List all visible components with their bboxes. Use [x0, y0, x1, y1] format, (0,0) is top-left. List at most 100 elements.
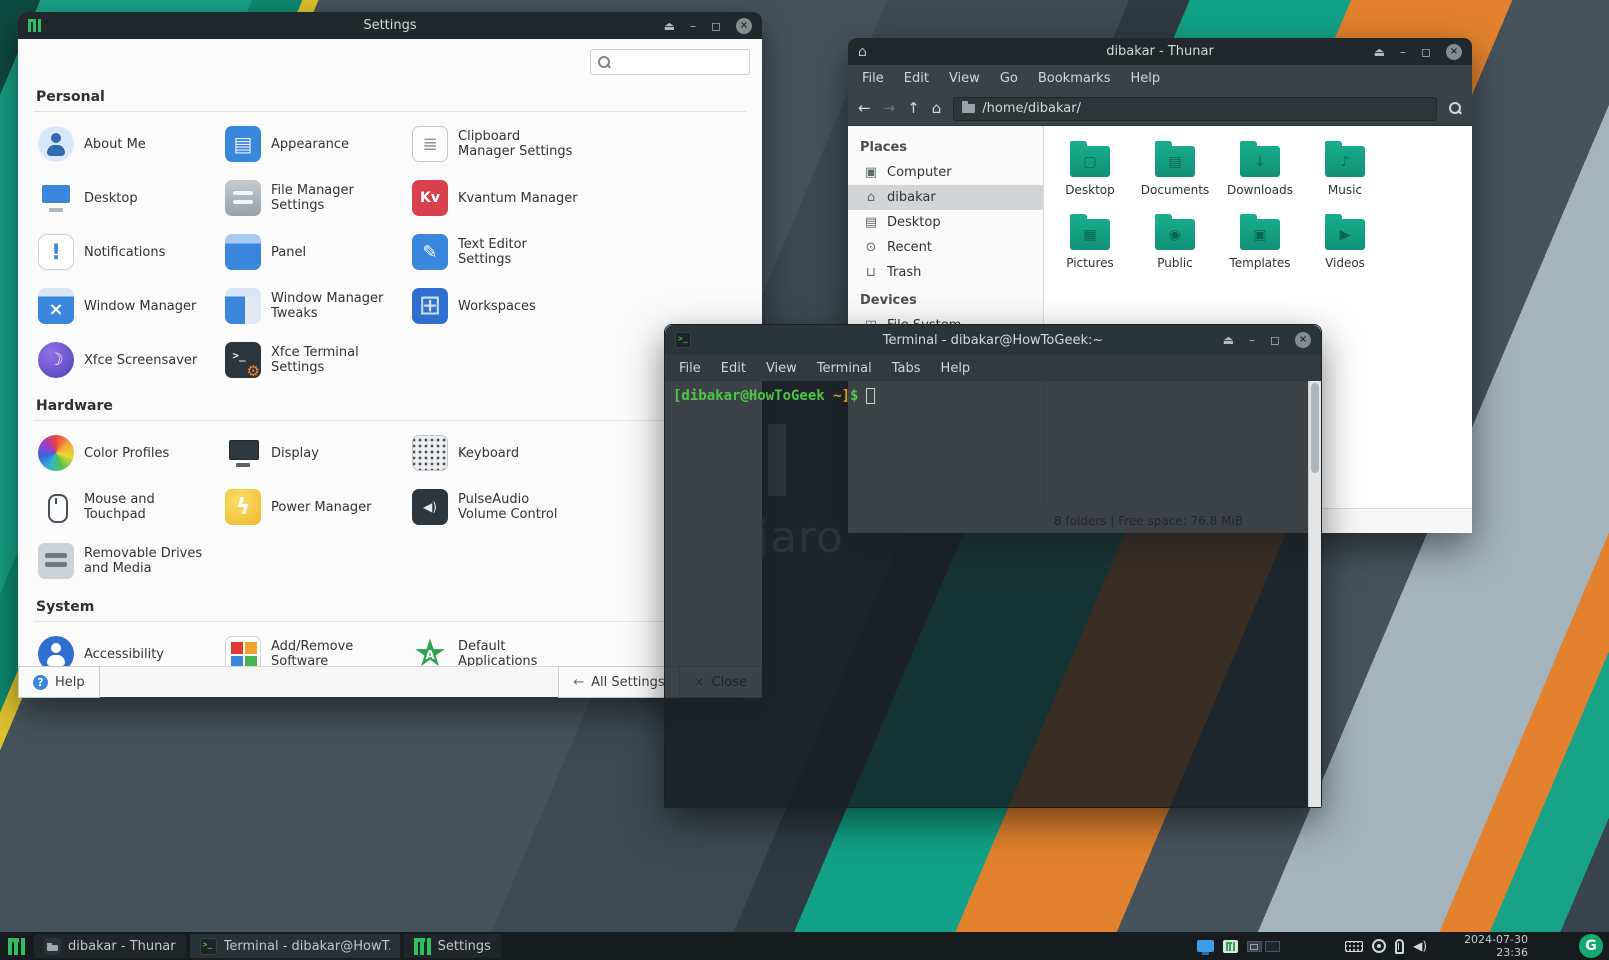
menu-item[interactable]: File — [852, 65, 894, 92]
settings-item[interactable]: Clipboard Manager Settings — [412, 122, 591, 166]
menu-item[interactable]: Terminal — [807, 355, 882, 382]
menu-item[interactable]: Go — [990, 65, 1028, 92]
settings-item[interactable]: Color Profiles — [38, 431, 217, 475]
menu-item[interactable]: Help — [1120, 65, 1170, 92]
sidebar-place[interactable]: ⌂ dibakar — [848, 185, 1043, 210]
sidebar-place[interactable]: ▤ Desktop — [848, 210, 1043, 235]
settings-item[interactable]: Workspaces — [412, 284, 591, 328]
clipboard-tray-icon[interactable] — [1395, 939, 1404, 954]
settings-item[interactable]: Mouse and Touchpad — [38, 485, 217, 529]
terminal-scrollbar[interactable] — [1308, 381, 1321, 807]
close-icon[interactable]: × — [1446, 44, 1462, 60]
close-icon[interactable]: × — [736, 18, 752, 34]
settings-item[interactable]: Desktop — [38, 176, 217, 220]
thunar-titlebar[interactable]: ⌂ dibakar - Thunar ⏏ – ◻ × — [848, 38, 1472, 65]
workspace-pager[interactable] — [1247, 941, 1280, 952]
shade-icon[interactable]: ⏏ — [664, 18, 675, 34]
search-input[interactable] — [617, 55, 742, 70]
sidebar-place[interactable]: ⊔ Trash — [848, 260, 1043, 285]
volume-tray-icon[interactable]: ◀) — [1413, 939, 1427, 953]
terminal-content[interactable]: [dibakar@HowToGeek ~]$ — [665, 381, 1321, 807]
folder-item[interactable]: ▦ Pictures — [1048, 213, 1132, 270]
search-icon[interactable] — [1449, 102, 1462, 115]
keyboard-tray-icon[interactable] — [1345, 941, 1363, 952]
taskbar-task-button[interactable]: Terminal - dibakar@HowT... — [190, 934, 400, 958]
help-button[interactable]: ? Help — [18, 666, 100, 698]
forward-button[interactable]: → — [883, 101, 896, 116]
folder-item[interactable]: ▶ Videos — [1303, 213, 1387, 270]
settings-item[interactable]: Removable Drives and Media — [38, 539, 217, 583]
settings-item[interactable]: File Manager Settings — [225, 176, 404, 220]
input-method-tray-icon[interactable] — [1372, 939, 1386, 953]
home-icon: ⌂ — [858, 44, 867, 60]
minimize-icon[interactable]: – — [1400, 44, 1406, 60]
section-personal: Personal About Me Appearance — [34, 81, 746, 390]
applications-menu-button[interactable] — [0, 932, 32, 960]
settings-item[interactable]: Power Manager — [225, 485, 404, 529]
menu-item[interactable]: Edit — [894, 65, 939, 92]
workspace-2[interactable] — [1265, 941, 1280, 952]
settings-item[interactable]: Default Applications — [412, 632, 591, 666]
taskbar-task-button[interactable]: Settings — [404, 934, 501, 958]
menu-item[interactable]: View — [756, 355, 807, 382]
folder-item[interactable]: ▤ Documents — [1133, 140, 1217, 197]
sidebar-place[interactable]: ▣ Computer — [848, 160, 1043, 185]
clock[interactable]: 2024-07-30 23:36 — [1464, 933, 1528, 959]
minimize-icon[interactable]: – — [1249, 332, 1255, 348]
settings-item[interactable]: Window Manager — [38, 284, 217, 328]
all-settings-button[interactable]: ← All Settings — [558, 666, 679, 698]
menu-item[interactable]: Edit — [711, 355, 756, 382]
settings-item-label: Xfce Screensaver — [84, 353, 197, 368]
settings-item[interactable]: Window Manager Tweaks — [225, 284, 404, 328]
menu-item[interactable]: File — [669, 355, 711, 382]
shade-icon[interactable]: ⏏ — [1374, 44, 1385, 60]
maximize-icon[interactable]: ◻ — [711, 18, 721, 34]
settings-item[interactable]: Appearance — [225, 122, 404, 166]
sidebar-place[interactable]: ⊙ Recent — [848, 235, 1043, 260]
search-icon — [598, 56, 611, 69]
scrollbar-thumb[interactable] — [1311, 383, 1319, 473]
home-button[interactable]: ⌂ — [932, 101, 942, 116]
maximize-icon[interactable]: ◻ — [1270, 332, 1280, 348]
folder-item[interactable]: ▣ Templates — [1218, 213, 1302, 270]
shade-icon[interactable]: ⏏ — [1223, 332, 1234, 348]
task-window-label: dibakar - Thunar — [68, 939, 176, 954]
folder-item[interactable]: ◉ Public — [1133, 213, 1217, 270]
manjaro-settings-tray-icon[interactable] — [1223, 940, 1238, 953]
settings-item[interactable]: Display — [225, 431, 404, 475]
settings-titlebar[interactable]: Settings ⏏ – ◻ × — [18, 12, 762, 39]
green-badge-tray-icon[interactable]: G — [1579, 934, 1603, 958]
close-icon[interactable]: × — [1295, 332, 1311, 348]
terminal-titlebar[interactable]: Terminal - dibakar@HowToGeek:~ ⏏ – ◻ × — [665, 325, 1321, 355]
minimize-icon[interactable]: – — [690, 18, 696, 34]
settings-item[interactable]: Add/Remove Software — [225, 632, 404, 666]
folder-label: Music — [1328, 183, 1362, 197]
settings-item[interactable]: PulseAudio Volume Control — [412, 485, 591, 529]
settings-item[interactable]: Xfce Terminal Settings — [225, 338, 404, 382]
folder-item[interactable]: ♪ Music — [1303, 140, 1387, 197]
settings-item[interactable]: About Me — [38, 122, 217, 166]
settings-item[interactable]: Kvantum Manager — [412, 176, 591, 220]
settings-content[interactable]: Personal About Me Appearance — [18, 81, 762, 666]
settings-item[interactable]: Notifications — [38, 230, 217, 274]
path-bar[interactable]: /home/dibakar/ — [953, 97, 1437, 121]
folder-item[interactable]: ↓ Downloads — [1218, 140, 1302, 197]
maximize-icon[interactable]: ◻ — [1421, 44, 1431, 60]
back-button[interactable]: ← — [858, 101, 871, 116]
search-box[interactable] — [590, 49, 750, 75]
settings-item[interactable]: Panel — [225, 230, 404, 274]
menu-item[interactable]: View — [939, 65, 990, 92]
settings-item[interactable]: Text Editor Settings — [412, 230, 591, 274]
up-button[interactable]: ↑ — [907, 101, 920, 116]
folder-item[interactable]: ▢ Desktop — [1048, 140, 1132, 197]
workspace-1[interactable] — [1247, 941, 1262, 952]
display-tray-icon[interactable] — [1197, 940, 1214, 952]
settings-item[interactable]: Accessibility — [38, 632, 217, 666]
menu-item[interactable]: Bookmarks — [1028, 65, 1121, 92]
settings-item[interactable]: Keyboard — [412, 431, 591, 475]
taskbar-task-button[interactable]: dibakar - Thunar — [34, 934, 186, 958]
task-window-icon — [200, 938, 217, 955]
menu-item[interactable]: Help — [931, 355, 981, 382]
menu-item[interactable]: Tabs — [882, 355, 931, 382]
settings-item[interactable]: Xfce Screensaver — [38, 338, 217, 382]
